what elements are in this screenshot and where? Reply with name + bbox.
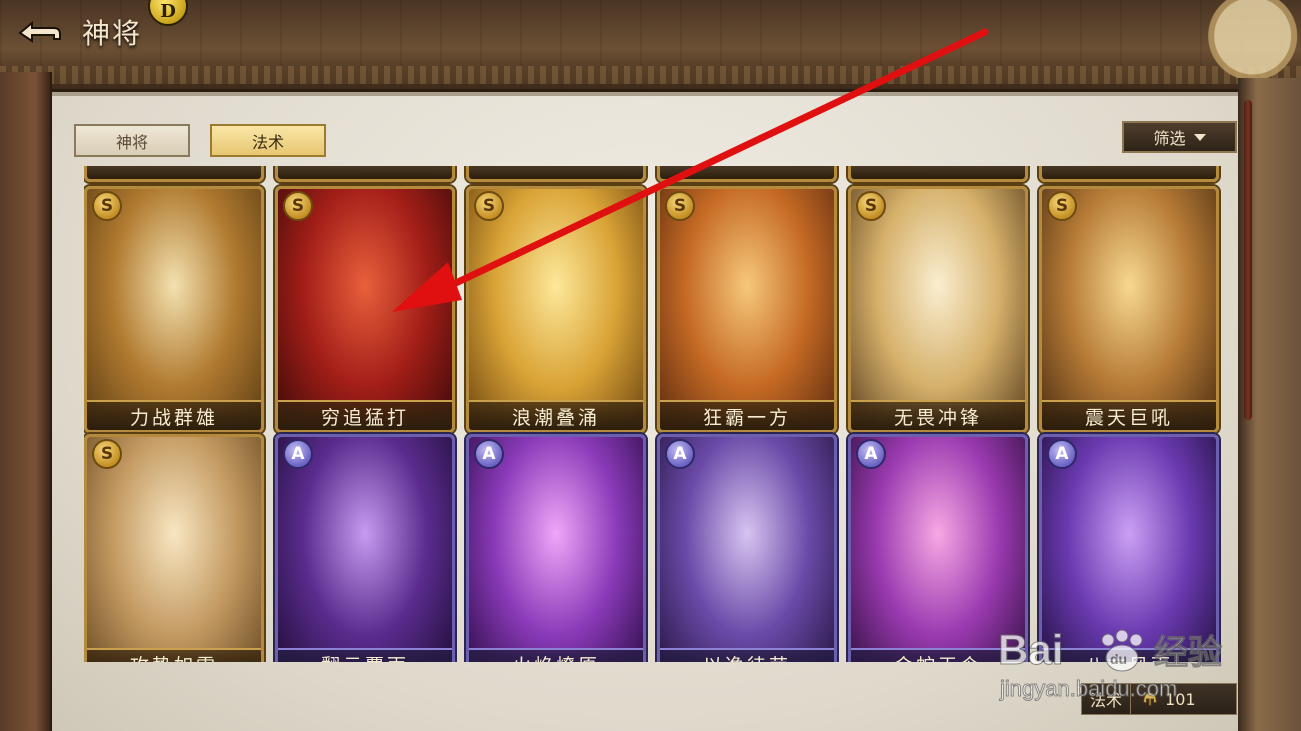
card-artwork	[469, 189, 643, 430]
spell-counter: 法术 101	[1081, 683, 1237, 715]
card-artwork	[660, 189, 834, 430]
card-artwork	[1042, 189, 1216, 430]
card-name: 力战群雄	[87, 400, 261, 430]
coin-badge-icon[interactable]: D	[148, 0, 188, 26]
grade-badge-icon: S	[92, 191, 122, 221]
card-artwork	[87, 437, 261, 662]
filter-label: 筛选	[1153, 129, 1186, 148]
spell-card[interactable]: A 火焰燎原	[466, 434, 646, 662]
moon-scroll-decoration	[1140, 0, 1301, 90]
card-artwork	[87, 189, 261, 430]
card-peek[interactable]	[466, 166, 646, 182]
tab-spells[interactable]: 法术	[210, 124, 326, 157]
grade-badge-icon: S	[856, 191, 886, 221]
card-name: 翻云覆雨	[278, 648, 452, 662]
card-artwork	[660, 437, 834, 662]
spell-card[interactable]: S 攻势如雷	[84, 434, 264, 662]
card-name: 八方风雨	[1042, 648, 1216, 662]
spell-card[interactable]: A 以逸待劳	[657, 434, 837, 662]
card-name: 狂霸一方	[660, 400, 834, 430]
back-button[interactable]	[8, 10, 70, 50]
card-name: 穷追猛打	[278, 400, 452, 430]
counter-label: 法术	[1082, 684, 1132, 714]
spell-card[interactable]: S 无畏冲锋	[848, 186, 1028, 433]
spell-card[interactable]: S 力战群雄	[84, 186, 264, 433]
caret-down-icon	[1193, 133, 1206, 141]
page-title: 神将	[82, 17, 143, 50]
grade-badge-icon: S	[92, 439, 122, 469]
left-frame	[0, 72, 52, 731]
card-artwork	[469, 437, 643, 662]
card-name: 以逸待劳	[660, 648, 834, 662]
card-name: 攻势如雷	[87, 648, 261, 662]
card-name: 无畏冲锋	[851, 400, 1025, 430]
card-grid[interactable]: S 力战群雄 S 穷追猛打 S 浪潮叠涌 S 狂霸一方 S 无畏冲锋 S 震天巨吼 S 攻势如雷 A 翻云覆…	[84, 166, 1224, 662]
card-name: 浪潮叠涌	[469, 400, 643, 430]
grade-badge-icon: A	[856, 439, 886, 469]
spell-card[interactable]: A 翻云覆雨	[275, 434, 455, 662]
back-arrow-icon	[18, 20, 61, 43]
card-artwork	[851, 189, 1025, 430]
grade-badge-icon: S	[665, 191, 695, 221]
card-artwork	[278, 437, 452, 662]
card-peek[interactable]	[848, 166, 1028, 182]
spell-card[interactable]: S 穷追猛打	[275, 186, 455, 433]
card-peek[interactable]	[1039, 166, 1219, 182]
grade-badge-icon: A	[665, 439, 695, 469]
grade-badge-icon: S	[474, 191, 504, 221]
leather-strap-decoration	[1244, 100, 1252, 420]
card-peek[interactable]	[275, 166, 455, 182]
card-artwork	[278, 189, 452, 430]
card-peek[interactable]	[84, 166, 264, 182]
helmet-icon	[1143, 692, 1157, 706]
card-name: 火焰燎原	[469, 648, 643, 662]
tab-generals[interactable]: 神将	[74, 124, 190, 157]
card-artwork	[1042, 437, 1216, 662]
spell-card[interactable]: A 金蛇王令	[848, 434, 1028, 662]
spell-card[interactable]: S 狂霸一方	[657, 186, 837, 433]
card-peek[interactable]	[657, 166, 837, 182]
grade-badge-icon: S	[283, 191, 313, 221]
grade-badge-icon: A	[1047, 439, 1077, 469]
counter-value: 101	[1165, 689, 1196, 709]
grade-badge-icon: A	[283, 439, 313, 469]
card-name: 金蛇王令	[851, 648, 1025, 662]
card-artwork	[851, 437, 1025, 662]
spell-card[interactable]: S 浪潮叠涌	[466, 186, 646, 433]
fret-pattern-decoration	[0, 66, 1301, 84]
spell-card[interactable]: S 震天巨吼	[1039, 186, 1219, 433]
top-bar: 神将 D	[0, 0, 1301, 92]
grade-badge-icon: A	[474, 439, 504, 469]
grade-badge-icon: S	[1047, 191, 1077, 221]
card-name: 震天巨吼	[1042, 400, 1216, 430]
filter-button[interactable]: 筛选	[1122, 121, 1237, 153]
spell-card[interactable]: A 八方风雨	[1039, 434, 1219, 662]
